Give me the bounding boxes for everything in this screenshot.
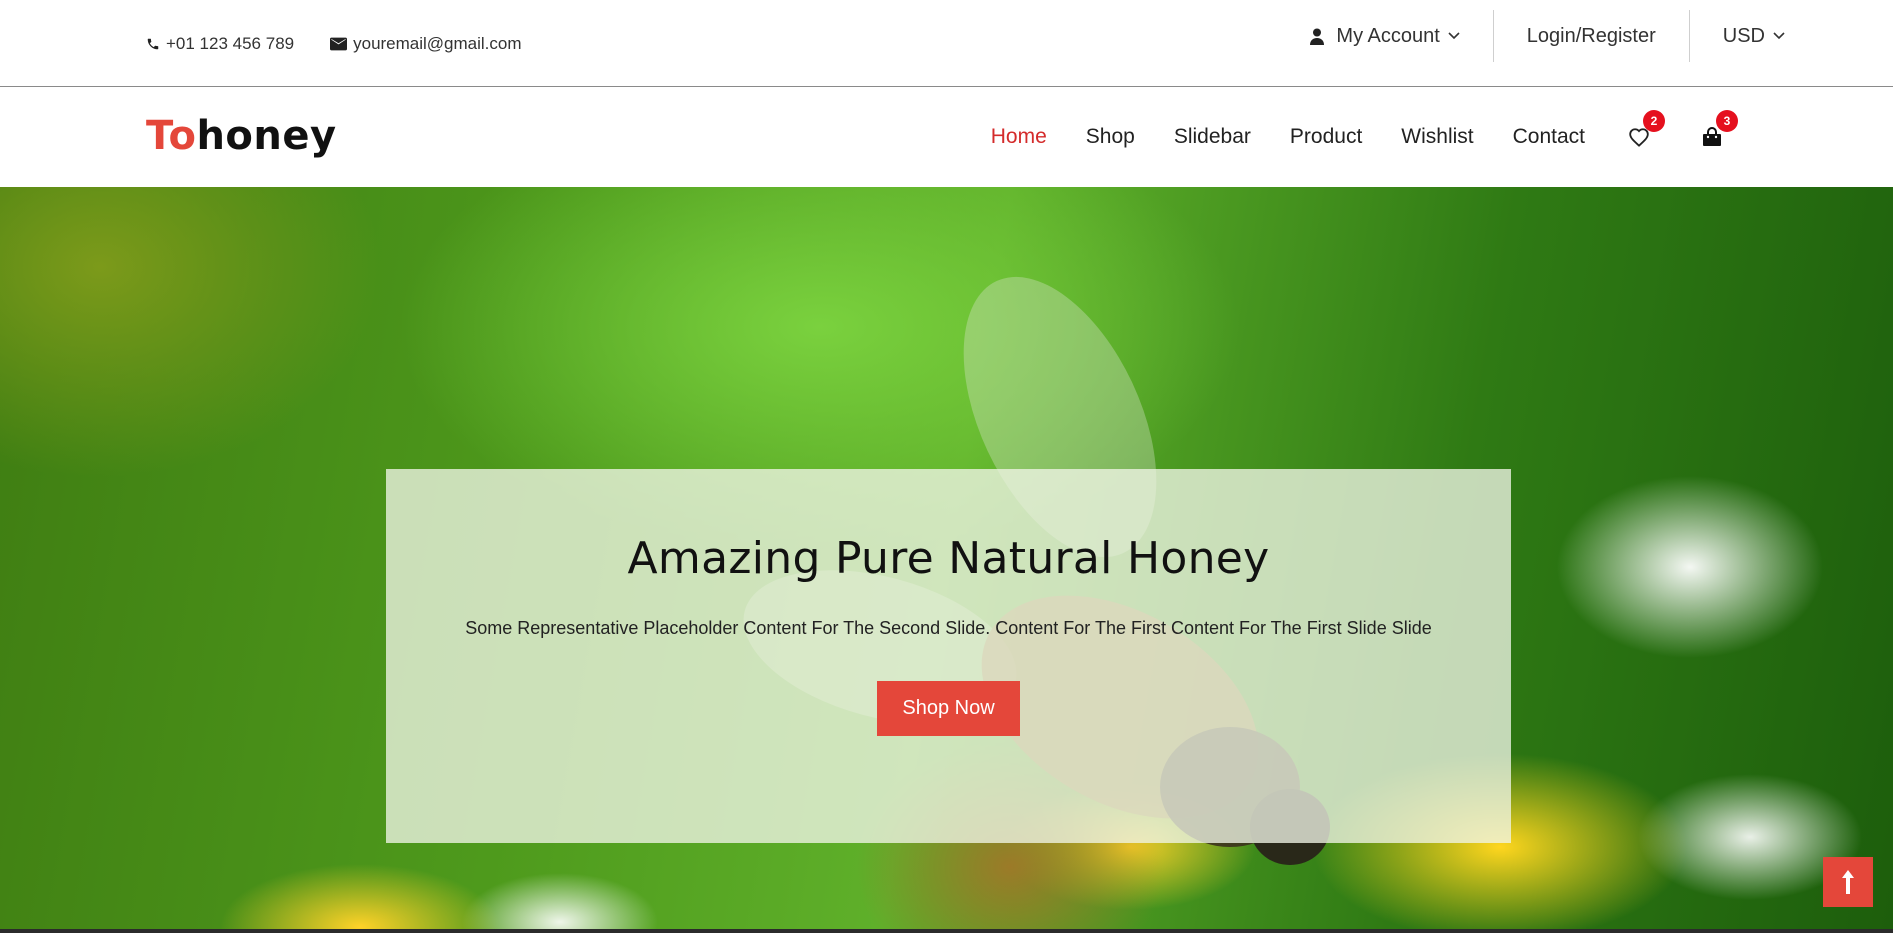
arrow-up-icon	[1842, 870, 1854, 894]
nav-product[interactable]: Product	[1290, 125, 1362, 149]
contact-info: +01 123 456 789 youremail@gmail.com	[146, 34, 558, 54]
user-icon	[1310, 28, 1325, 45]
wishlist-count-badge: 2	[1643, 110, 1665, 132]
hero-description: Some Representative Placeholder Content …	[465, 618, 1432, 638]
login-register-label: Login/Register	[1526, 24, 1656, 47]
main-header: Tohoney Home Shop Slidebar Product Wishl…	[0, 87, 1893, 187]
hero-title: Amazing Pure Natural Honey	[627, 533, 1270, 584]
currency-dropdown[interactable]: USD	[1688, 10, 1785, 62]
my-account-dropdown[interactable]: My Account	[1277, 0, 1492, 72]
login-register-link[interactable]: Login/Register	[1492, 10, 1689, 62]
phone-contact[interactable]: +01 123 456 789	[146, 34, 294, 54]
chevron-down-icon	[1773, 32, 1785, 40]
nav-home[interactable]: Home	[991, 125, 1047, 149]
site-logo[interactable]: Tohoney	[146, 113, 337, 159]
envelope-icon	[330, 37, 348, 51]
header-icons: 2 3	[1626, 87, 1738, 187]
shopping-bag-icon	[1703, 127, 1721, 146]
my-account-label: My Account	[1336, 24, 1440, 47]
logo-suffix: honey	[196, 113, 337, 159]
chevron-down-icon	[1448, 32, 1460, 40]
nav-shop[interactable]: Shop	[1086, 125, 1135, 149]
scroll-to-top-button[interactable]	[1823, 857, 1873, 907]
top-bar: +01 123 456 789 youremail@gmail.com My A…	[0, 0, 1893, 87]
nav-slidebar[interactable]: Slidebar	[1174, 125, 1251, 149]
logo-prefix: To	[146, 113, 197, 159]
phone-icon	[147, 38, 159, 50]
nav-wishlist[interactable]: Wishlist	[1401, 125, 1473, 149]
hero-caption-panel: Amazing Pure Natural Honey Some Represen…	[386, 469, 1511, 843]
main-navigation: Home Shop Slidebar Product Wishlist Cont…	[952, 87, 1585, 187]
hero-bottom-border	[0, 929, 1893, 933]
cart-count-badge: 3	[1716, 110, 1738, 132]
topbar-menu: My Account Login/Register USD	[1277, 0, 1785, 72]
wishlist-button[interactable]: 2	[1626, 110, 1665, 150]
currency-label: USD	[1722, 24, 1765, 47]
email-contact[interactable]: youremail@gmail.com	[330, 34, 522, 54]
phone-number: +01 123 456 789	[166, 34, 295, 53]
shop-now-button[interactable]: Shop Now	[877, 681, 1020, 736]
nav-contact[interactable]: Contact	[1513, 125, 1585, 149]
cart-button[interactable]: 3	[1699, 110, 1738, 150]
hero-slider: Amazing Pure Natural Honey Some Represen…	[0, 187, 1893, 933]
email-address: youremail@gmail.com	[353, 34, 522, 53]
